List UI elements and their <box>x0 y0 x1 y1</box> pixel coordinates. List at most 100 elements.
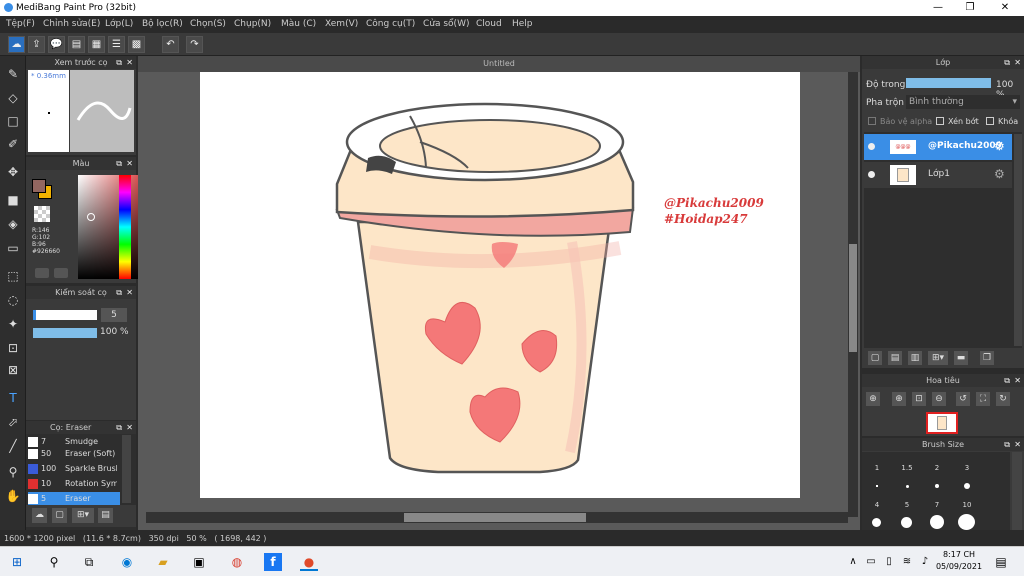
brush-list-item[interactable]: 50 Eraser (Soft) <box>28 447 118 461</box>
chevron-up-icon[interactable]: ∧ <box>844 553 862 571</box>
brush-tool-icon[interactable]: ✎ <box>3 64 23 84</box>
cloud-icon[interactable]: ☁ <box>8 36 25 53</box>
menu-file[interactable]: Tệp(F) <box>6 19 35 29</box>
cloud-brush-icon[interactable]: ☁ <box>32 508 47 523</box>
detach-icon[interactable]: ⧉ <box>116 286 122 299</box>
brush-size-slider[interactable] <box>33 310 97 320</box>
close-icon[interactable]: ✕ <box>126 56 133 69</box>
menu-window[interactable]: Cửa sổ(W) <box>423 19 469 29</box>
rotate-right-icon[interactable]: ↻ <box>996 392 1010 406</box>
brush-list-item[interactable]: 5 Eraser <box>28 492 120 506</box>
layer-opacity-slider[interactable] <box>906 78 991 88</box>
menu-color[interactable]: Màu (C) <box>281 19 316 29</box>
fill-rect-tool-icon[interactable]: ■ <box>3 190 23 210</box>
lasso-tool-icon[interactable]: ◌ <box>3 290 23 310</box>
eyedropper-tool-icon[interactable]: ⚲ <box>3 462 23 482</box>
wifi-icon[interactable]: ≋ <box>898 553 916 571</box>
brush-settings-icon[interactable]: ▤ <box>98 508 113 523</box>
windows-start-icon[interactable]: ⊞ <box>8 553 26 571</box>
maximize-button[interactable]: ❐ <box>960 1 980 15</box>
close-icon[interactable]: ✕ <box>1014 56 1021 69</box>
fullscreen-icon[interactable]: ⛶ <box>976 392 990 406</box>
eye-icon[interactable] <box>868 143 875 150</box>
menu-capture[interactable]: Chụp(N) <box>234 19 271 29</box>
list-icon[interactable]: ☰ <box>108 36 125 53</box>
bucket-tool-icon[interactable]: ◈ <box>3 214 23 234</box>
select-tool-icon[interactable]: ⬚ <box>3 266 23 286</box>
file-explorer-icon[interactable]: ▰ <box>154 553 172 571</box>
detach-icon[interactable]: ⧉ <box>1004 374 1010 387</box>
zoom-in-icon[interactable]: ⊕ <box>866 392 880 406</box>
select-eraser-icon[interactable]: ⊠ <box>3 360 23 380</box>
close-icon[interactable]: ✕ <box>126 421 133 434</box>
grid-icon[interactable]: ▩ <box>128 36 145 53</box>
zoom-out-icon[interactable]: ⊖ <box>932 392 946 406</box>
eye-icon[interactable] <box>868 171 875 178</box>
gear-icon[interactable]: ⚙ <box>994 139 1005 153</box>
upload-icon[interactable]: ⇪ <box>28 36 45 53</box>
new-layer-icon[interactable]: ▢ <box>868 351 882 365</box>
transparent-swatch[interactable] <box>34 206 50 222</box>
new-8bit-layer-icon[interactable]: ▥ <box>908 351 922 365</box>
device-icon[interactable]: ▯ <box>880 553 898 571</box>
new-brush-icon[interactable]: ▢ <box>52 508 67 523</box>
minimize-button[interactable]: — <box>928 1 948 15</box>
vertical-scrollbar[interactable] <box>848 72 858 517</box>
brush-size-option[interactable]: 1 <box>863 464 891 472</box>
menu-view[interactable]: Xem(V) <box>325 19 358 29</box>
gear-icon[interactable]: ⚙ <box>994 167 1005 181</box>
rectangle-tool-icon[interactable]: □ <box>3 111 23 131</box>
menu-layer[interactable]: Lớp(L) <box>105 19 133 29</box>
gradient-tool-icon[interactable]: ▭ <box>3 238 23 258</box>
rotate-left-icon[interactable]: ↺ <box>956 392 970 406</box>
navigator-thumbnail[interactable] <box>926 412 958 434</box>
brush-size-option[interactable]: 5 <box>893 501 921 509</box>
new-halftone-layer-icon[interactable]: ▤ <box>888 351 902 365</box>
zoom-in-alt-icon[interactable]: ⊕ <box>892 392 906 406</box>
pen-tool-icon[interactable]: ✐ <box>3 134 23 154</box>
facebook-icon[interactable]: f <box>264 553 282 571</box>
document-icon[interactable]: ▦ <box>88 36 105 53</box>
brush-size-scrollbar[interactable] <box>1012 452 1022 530</box>
clock-time[interactable]: 8:17 CH <box>936 550 982 559</box>
close-icon[interactable]: ✕ <box>126 286 133 299</box>
add-brush-icon[interactable]: ⊞▾ <box>72 508 94 523</box>
operation-tool-icon[interactable]: ⬀ <box>3 412 23 432</box>
detach-icon[interactable]: ⧉ <box>116 56 122 69</box>
lock-checkbox[interactable] <box>986 117 994 125</box>
palette-icon[interactable] <box>35 268 49 278</box>
color-picker-icon[interactable] <box>54 268 68 278</box>
magic-wand-icon[interactable]: ✦ <box>3 314 23 334</box>
battery-icon[interactable]: ▭ <box>862 553 880 571</box>
brush-size-option[interactable]: 10 <box>953 501 981 509</box>
comment-icon[interactable]: 💬 <box>48 36 65 53</box>
brush-size-value[interactable]: 5 <box>101 308 127 322</box>
blend-mode-select[interactable]: Bình thường ▾ <box>906 95 1020 109</box>
menu-edit[interactable]: Chỉnh sửa(E) <box>43 19 100 29</box>
layer-scrollbar[interactable] <box>1014 134 1022 346</box>
move-tool-icon[interactable]: ✥ <box>3 162 23 182</box>
brush-size-option[interactable]: 1.5 <box>893 464 921 472</box>
duplicate-layer-icon[interactable]: ❐ <box>980 351 994 365</box>
brush-opacity-slider[interactable] <box>33 328 97 338</box>
clipping-checkbox[interactable] <box>936 117 944 125</box>
close-button[interactable]: ✕ <box>995 1 1015 15</box>
brush-size-option[interactable]: 4 <box>863 501 891 509</box>
detach-icon[interactable]: ⧉ <box>1004 438 1010 451</box>
document-tab[interactable]: Untitled <box>138 56 860 72</box>
detach-icon[interactable]: ⧉ <box>116 421 122 434</box>
folder-icon[interactable]: ▬ <box>954 351 968 365</box>
protect-alpha-checkbox[interactable] <box>868 117 876 125</box>
horizontal-scrollbar[interactable] <box>146 512 848 523</box>
brush-size-option[interactable]: 7 <box>923 501 951 509</box>
brush-size-option[interactable]: 3 <box>953 464 981 472</box>
undo-icon[interactable]: ↶ <box>162 36 179 53</box>
menu-tools[interactable]: Công cụ(T) <box>366 19 415 29</box>
detach-icon[interactable]: ⧉ <box>1004 56 1010 69</box>
add-layer-dropdown-icon[interactable]: ⊞▾ <box>928 351 948 365</box>
menu-select[interactable]: Chọn(S) <box>190 19 226 29</box>
menu-cloud[interactable]: Cloud <box>476 19 502 29</box>
clock-date[interactable]: 05/09/2021 <box>932 562 986 571</box>
eraser-tool-icon[interactable]: ◇ <box>3 88 23 108</box>
text-tool-icon[interactable]: T <box>3 388 23 408</box>
